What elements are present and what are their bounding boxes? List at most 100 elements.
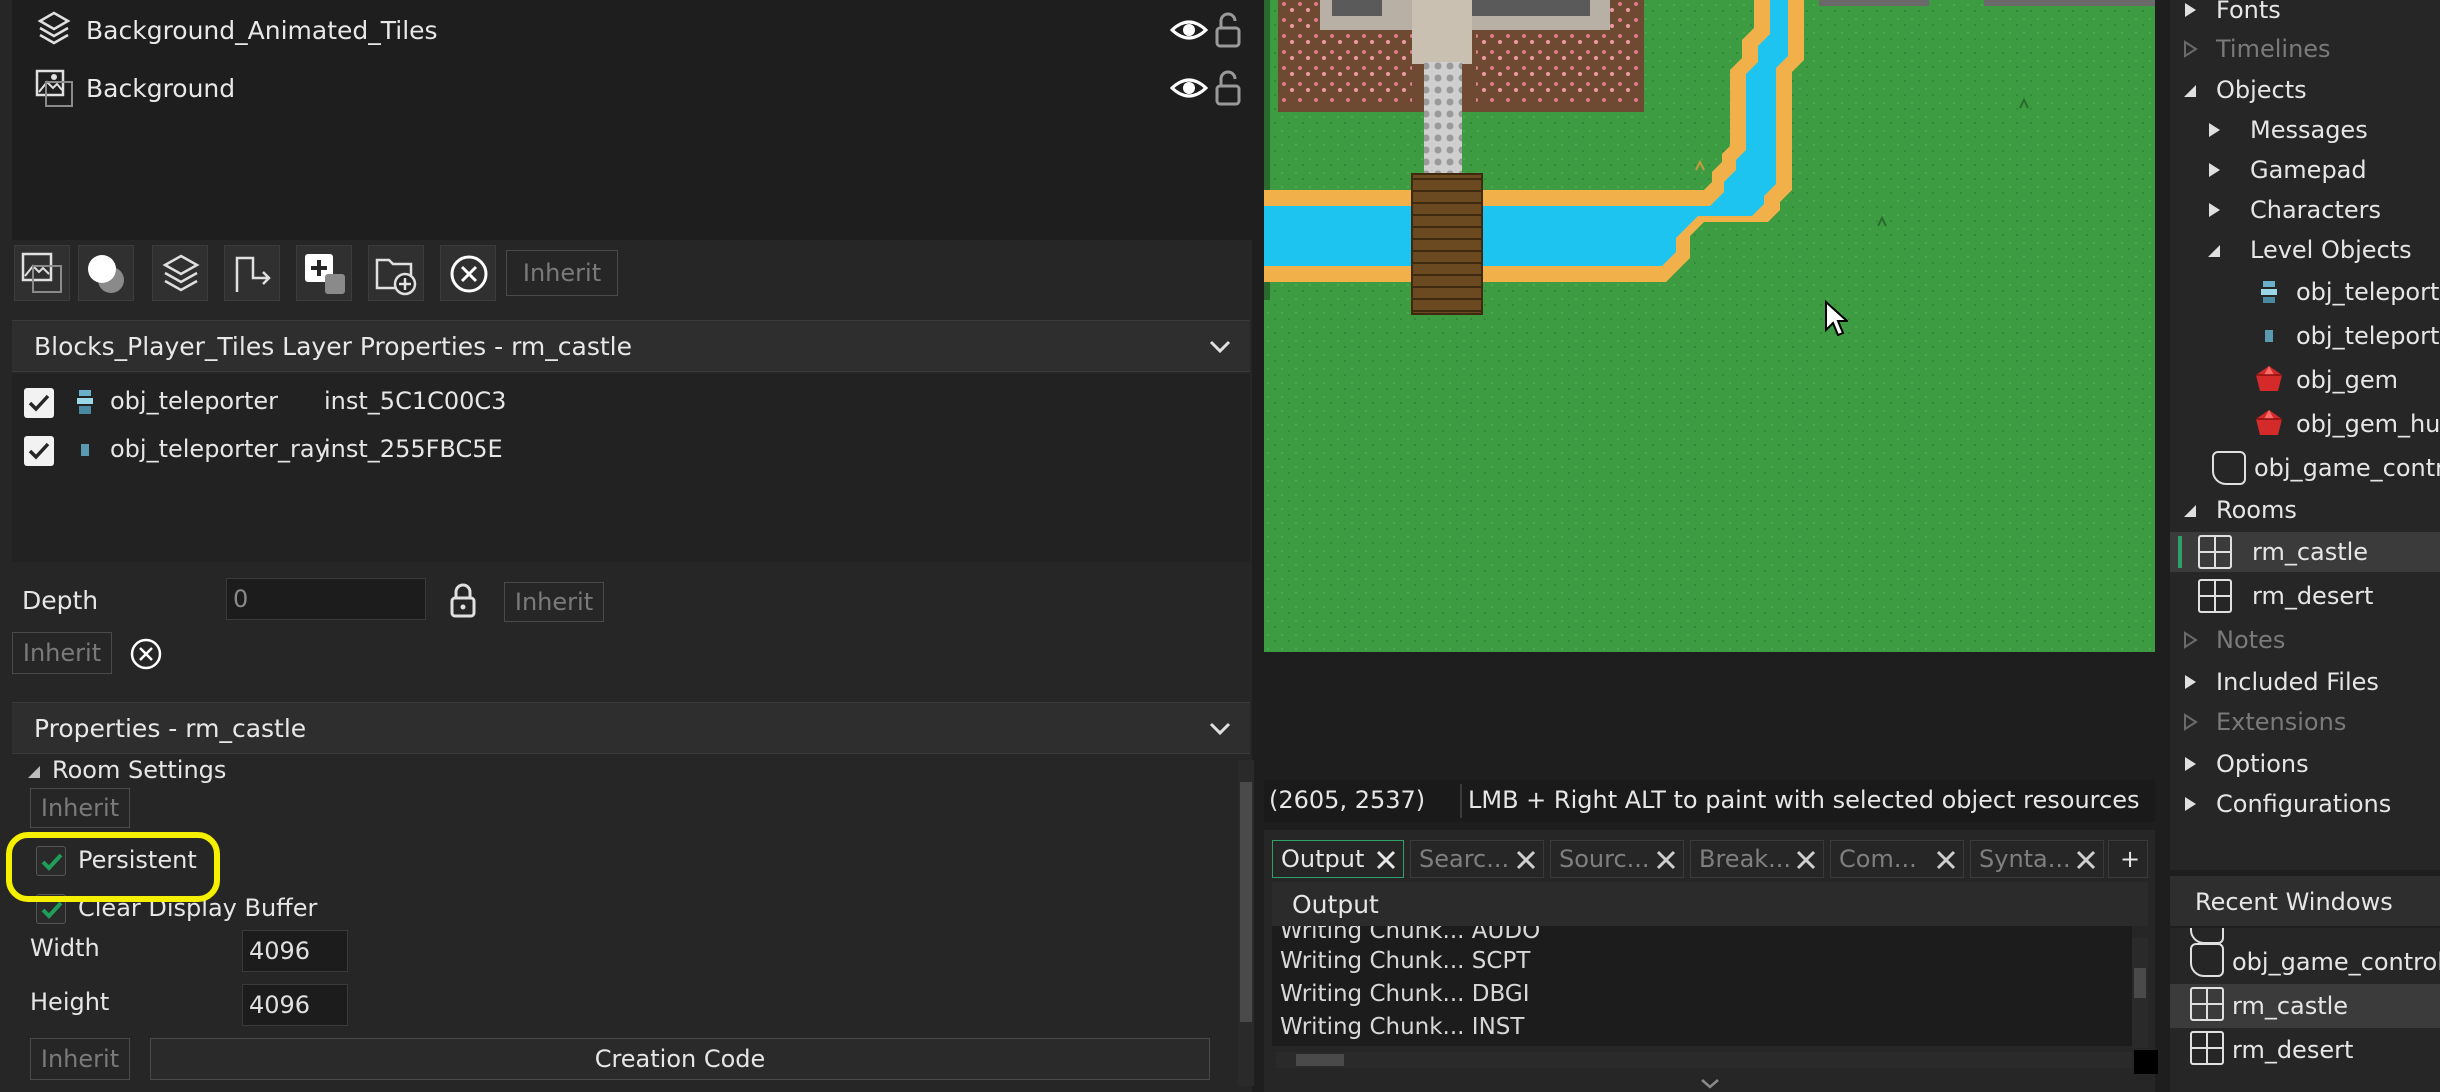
tab-syntax-errors[interactable]: Synta... <box>1970 840 2104 878</box>
room-icon <box>2198 579 2232 613</box>
unlock-icon[interactable] <box>1215 12 1241 48</box>
tree-item-options[interactable]: Options <box>2170 744 2440 784</box>
tree-item-obj-gem-hud[interactable]: obj_gem_hud <box>2170 404 2440 444</box>
room-properties-header[interactable]: Properties - rm_castle <box>12 702 1250 754</box>
collapsed-triangle-icon[interactable] <box>2182 755 2198 773</box>
tab-output[interactable]: Output <box>1272 840 1404 878</box>
collapsed-triangle-icon[interactable] <box>2182 631 2198 649</box>
close-icon[interactable] <box>2075 849 2097 871</box>
eye-icon[interactable] <box>1170 16 1208 44</box>
tree-item-rm-castle[interactable]: rm_castle <box>2170 532 2440 572</box>
chevron-down-icon[interactable] <box>1208 337 1232 357</box>
check-icon <box>28 442 50 460</box>
inherit-room-settings-button[interactable]: Inherit <box>30 788 130 828</box>
recent-item-rm-castle[interactable]: rm_castle <box>2170 984 2440 1028</box>
tree-item-obj-game-controller[interactable]: obj_game_controller <box>2170 448 2440 488</box>
tree-item-obj-gem[interactable]: obj_gem <box>2170 360 2440 400</box>
lock-icon[interactable] <box>450 582 476 618</box>
room-editor-canvas[interactable] <box>1264 0 2155 652</box>
tree-item-obj-teleporter[interactable]: obj_teleporter <box>2170 272 2440 312</box>
close-icon[interactable] <box>1935 849 1957 871</box>
tree-item-extensions[interactable]: Extensions <box>2170 702 2440 742</box>
tree-item-notes[interactable]: Notes <box>2170 620 2440 660</box>
unlock-icon[interactable] <box>1215 70 1241 106</box>
depth-input[interactable]: 0 <box>226 578 426 620</box>
instance-object-name: obj_teleporter <box>110 387 279 415</box>
tree-item-messages[interactable]: Messages <box>2170 110 2440 150</box>
collapsed-triangle-icon[interactable] <box>2182 673 2198 691</box>
inherit-layer-button[interactable]: Inherit <box>506 250 618 296</box>
instance-row[interactable]: obj_teleporter inst_5C1C00C3 <box>12 378 1250 426</box>
inherit-depth-button[interactable]: Inherit <box>504 582 604 622</box>
tree-item-objects[interactable]: Objects <box>2170 70 2440 110</box>
delete-layer-button[interactable] <box>440 245 496 301</box>
add-asset-layer-button[interactable] <box>296 245 352 301</box>
instance-visible-checkbox[interactable] <box>24 436 54 466</box>
tree-item-rm-desert[interactable]: rm_desert <box>2170 576 2440 616</box>
tab-search[interactable]: Searc... <box>1410 840 1544 878</box>
width-input[interactable]: 4096 <box>242 930 348 972</box>
add-tab-button[interactable]: + <box>2108 840 2148 878</box>
tree-item-included-files[interactable]: Included Files <box>2170 662 2440 702</box>
expanded-triangle-icon[interactable] <box>2206 241 2222 259</box>
creation-code-button[interactable]: Creation Code <box>150 1038 1210 1080</box>
tree-item-timelines[interactable]: Timelines <box>2170 29 2440 69</box>
tree-item-obj-teleporter-ray[interactable]: obj_teleporter_ray <box>2170 316 2440 356</box>
collapsed-triangle-icon[interactable] <box>2206 121 2222 139</box>
close-icon[interactable] <box>1655 849 1677 871</box>
tree-item-fonts[interactable]: Fonts <box>2170 0 2440 30</box>
add-instance-layer-button[interactable] <box>78 245 134 301</box>
tree-item-configurations[interactable]: Configurations <box>2170 784 2440 824</box>
height-input[interactable]: 4096 <box>242 984 348 1026</box>
properties-scrollbar[interactable] <box>1238 760 1254 1086</box>
tree-item-level-objects[interactable]: Level Objects <box>2170 230 2440 270</box>
output-vscrollbar[interactable] <box>2132 938 2148 1048</box>
tree-item-characters[interactable]: Characters <box>2170 190 2440 230</box>
tree-item-label: Characters <box>2250 196 2381 224</box>
recent-item-rm-desert[interactable]: rm_desert <box>2170 1028 2440 1072</box>
add-tile-layer-button[interactable] <box>152 245 208 301</box>
expanded-triangle-icon[interactable] <box>2182 501 2198 519</box>
collapsed-triangle-icon[interactable] <box>2182 713 2198 731</box>
add-folder-icon <box>375 258 417 296</box>
chevron-down-icon[interactable] <box>1208 719 1232 739</box>
chevron-down-icon[interactable] <box>1700 1078 1720 1090</box>
layer-row-background-animated-tiles[interactable]: Background_Animated_Tiles <box>12 2 1252 58</box>
close-icon[interactable] <box>1515 849 1537 871</box>
tile-layer-icon <box>37 11 71 45</box>
add-background-layer-button[interactable] <box>14 245 70 301</box>
path-layer-icon <box>235 256 271 292</box>
room-settings-label: Room Settings <box>52 756 227 784</box>
inherit-layer-properties-button[interactable]: Inherit <box>12 632 112 674</box>
scrollbar-thumb[interactable] <box>1240 782 1252 1022</box>
tree-item-gamepad[interactable]: Gamepad <box>2170 150 2440 190</box>
collapsed-triangle-icon[interactable] <box>2182 795 2198 813</box>
close-icon[interactable] <box>1795 849 1817 871</box>
inherit-creation-code-button[interactable]: Inherit <box>30 1038 130 1080</box>
tab-breakpoints[interactable]: Break... <box>1690 840 1824 878</box>
tab-compile-errors[interactable]: Com... <box>1830 840 1964 878</box>
collapsed-triangle-icon[interactable] <box>2182 1 2198 19</box>
output-log: Writing Chunk... AUDO Writing Chunk... S… <box>1272 926 2132 1046</box>
scrollbar-thumb[interactable] <box>1296 1054 1344 1066</box>
recent-item-obj-game-controller[interactable]: obj_game_controller <box>2170 940 2440 984</box>
expanded-triangle-icon[interactable] <box>26 764 42 780</box>
layer-properties-header[interactable]: Blocks_Player_Tiles Layer Properties - r… <box>12 320 1250 372</box>
tree-item-rooms[interactable]: Rooms <box>2170 490 2440 530</box>
collapsed-triangle-icon[interactable] <box>2206 201 2222 219</box>
layer-toolbar: Inherit <box>12 240 1252 306</box>
add-path-layer-button[interactable] <box>224 245 280 301</box>
instance-visible-checkbox[interactable] <box>24 388 54 418</box>
tab-source-control[interactable]: Sourc... <box>1550 840 1684 878</box>
collapsed-triangle-icon[interactable] <box>2182 40 2198 58</box>
scrollbar-thumb[interactable] <box>2134 968 2146 998</box>
delete-circle-icon[interactable] <box>128 636 164 672</box>
output-hscrollbar[interactable] <box>1276 1052 2132 1068</box>
collapsed-triangle-icon[interactable] <box>2206 161 2222 179</box>
instance-row[interactable]: obj_teleporter_ray inst_255FBC5E <box>12 426 1250 474</box>
eye-icon[interactable] <box>1170 74 1208 102</box>
layer-row-background[interactable]: Background <box>12 60 1252 116</box>
close-icon[interactable] <box>1375 849 1397 871</box>
expanded-triangle-icon[interactable] <box>2182 81 2198 99</box>
add-folder-button[interactable] <box>368 245 424 301</box>
